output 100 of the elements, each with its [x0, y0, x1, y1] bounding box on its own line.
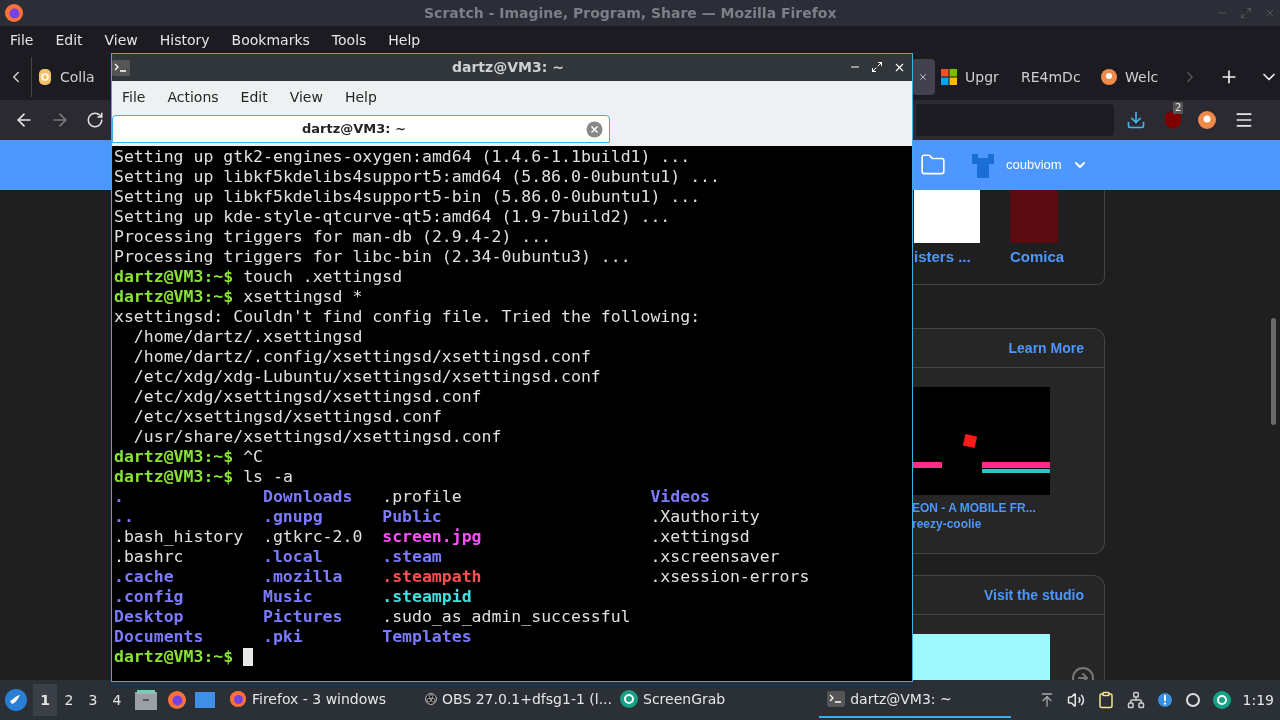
tab-favicon-icon [1101, 69, 1117, 85]
terminal-tab[interactable]: dartz@VM3: ~ [112, 115, 610, 143]
file-name: Desktop [114, 607, 185, 627]
file-name: .gtkrc-2.0 [263, 527, 364, 547]
alert-icon[interactable] [1156, 692, 1173, 708]
output-line: Setting up libkf5kdelibs4support5-bin (5.86.0-0ubuntu1) ... [114, 187, 702, 207]
file-name: .profile [382, 487, 463, 507]
shell-prompt: dartz@VM3:~$ [114, 447, 234, 467]
terminal-icon [827, 691, 846, 707]
file-name: .Xauthority [650, 507, 761, 527]
file-name: .steampath [382, 567, 483, 587]
clock[interactable]: 1:19 [1242, 689, 1274, 711]
extension-badge: 2 [1173, 102, 1184, 114]
browser-tab[interactable]: RE4mDc [1015, 59, 1095, 95]
menu-item[interactable]: View [289, 86, 323, 108]
menu-item[interactable]: Tools [331, 29, 367, 51]
file-name: .mozilla [263, 567, 344, 587]
taskbar-window-button[interactable]: Firefox - 3 windows [225, 682, 421, 718]
clipboard-icon[interactable] [1096, 691, 1115, 709]
file-name: Documents [114, 627, 205, 647]
output-line: /usr/share/xsettingsd/xsettingsd.conf [132, 427, 503, 447]
menu-item[interactable]: Help [388, 29, 421, 51]
output-line: Setting up libkf5kdelibs4support5:amd64 (5.86.0-0ubuntu1) ... [114, 167, 721, 187]
workspace-button[interactable]: 3 [81, 684, 105, 716]
project-title[interactable]: Comica [1010, 247, 1065, 267]
account-icon[interactable] [1198, 111, 1216, 129]
output-line: /home/dartz/.xsettingsd [132, 327, 364, 347]
file-name: .config [114, 587, 185, 607]
command-text: touch .xettingsd [242, 267, 403, 287]
workspace-button[interactable]: 2 [57, 684, 81, 716]
file-name: .. [114, 507, 135, 527]
command-text: ls -a [242, 467, 293, 487]
file-name: .sudo_as_admin_successful [382, 607, 632, 627]
close-tab-icon[interactable] [586, 120, 603, 138]
file-name: Templates [382, 627, 473, 647]
shell-prompt: dartz@VM3:~$ [114, 647, 234, 667]
file-name: .gnupg [263, 507, 324, 527]
shell-prompt: dartz@VM3:~$ [114, 267, 234, 287]
menu-icon[interactable] [1234, 110, 1254, 130]
card-link[interactable]: Learn More [1008, 337, 1084, 359]
output-line: /etc/xsettingsd/xsettingsd.conf [132, 407, 443, 427]
firefox-logo-icon [167, 690, 187, 710]
workspace-button[interactable]: 4 [105, 684, 129, 716]
output-line: /etc/xdg/xdg-Lubuntu/xsettingsd/xsettingsd.conf [132, 367, 602, 387]
output-line: xsettingsd: Couldn't find config file. Tried the following: [114, 307, 702, 327]
browser-tab[interactable]: Welc [1095, 59, 1175, 95]
output-line: Processing triggers for libc-bin (2.34-0ubuntu3) ... [114, 247, 632, 267]
project-author[interactable]: reezy-coolie [912, 516, 1104, 532]
file-name: . [114, 487, 125, 507]
menu-item[interactable]: File [10, 29, 34, 51]
file-name: .xsession-errors [650, 567, 811, 587]
network-icon[interactable] [1126, 691, 1145, 709]
firefox-logo-icon [4, 3, 24, 23]
project-thumbnail [914, 190, 980, 243]
file-name: Downloads [263, 487, 354, 507]
file-name: Music [263, 587, 314, 607]
menu-item[interactable]: Actions [167, 86, 219, 108]
four-squares-icon [941, 69, 957, 85]
file-name: .xscreensaver [650, 547, 781, 567]
output-line: /home/dartz/.config/xsettingsd/xsettingsd.conf [132, 347, 592, 367]
menu-item[interactable]: Edit [55, 29, 83, 51]
close-icon[interactable] [893, 61, 906, 74]
file-name: .steampid [382, 587, 473, 607]
record-icon[interactable] [1184, 692, 1201, 708]
menu-item[interactable]: Bookmarks [231, 29, 310, 51]
firefox-logo-icon [229, 690, 247, 708]
menu-item[interactable]: Edit [240, 86, 268, 108]
project-thumbnail [1010, 190, 1058, 243]
output-line: /etc/xdg/xsettingsd/xsettingsd.conf [132, 387, 483, 407]
browser-tab[interactable]: Colla [32, 59, 110, 95]
card-link[interactable]: Visit the studio [983, 584, 1084, 606]
window-title: dartz@VM3: ~ [452, 58, 564, 77]
menu-item[interactable]: File [122, 86, 146, 108]
shell-prompt: dartz@VM3:~$ [114, 287, 234, 307]
download-icon[interactable] [1126, 110, 1146, 130]
project-title[interactable]: EON - A MOBILE FR... [912, 500, 1104, 516]
project-title[interactable]: isters ... [914, 247, 980, 267]
workspace-button[interactable]: 1 [33, 684, 57, 716]
browser-tab[interactable] [912, 59, 935, 95]
menu-item[interactable]: History [159, 29, 210, 51]
start-menu-icon[interactable] [5, 689, 27, 711]
scrollbar[interactable] [1271, 318, 1276, 425]
menu-item[interactable]: Help [344, 86, 377, 108]
taskbar-window-button[interactable]: OBS 27.0.1+dfsg1-1 (l... [421, 682, 616, 718]
file-name: .pki [263, 627, 304, 647]
file-cabinet-icon[interactable] [135, 690, 157, 710]
output-line: Setting up kde-style-qtcurve-qt5:amd64 (1.9-7build2) ... [114, 207, 672, 227]
file-name: .xettingsd [650, 527, 751, 547]
command-text: xsettingsd * [242, 287, 363, 307]
tab-favicon-icon [38, 68, 52, 86]
output-line: Setting up gtk2-engines-oxygen:amd64 (1.4.6-1.1build1) ... [114, 147, 692, 167]
reload-icon[interactable] [86, 111, 104, 129]
menu-item[interactable]: View [104, 29, 138, 51]
taskbar-window-button[interactable]: ScreenGrab [616, 682, 730, 718]
camera-shutter-icon [1212, 691, 1231, 709]
browser-tab[interactable]: Upgr [935, 59, 1015, 95]
volume-icon[interactable] [1066, 691, 1085, 709]
shell-prompt: dartz@VM3:~$ [114, 467, 234, 487]
file-name: .steam [382, 547, 443, 567]
maximize-icon[interactable] [871, 61, 883, 73]
